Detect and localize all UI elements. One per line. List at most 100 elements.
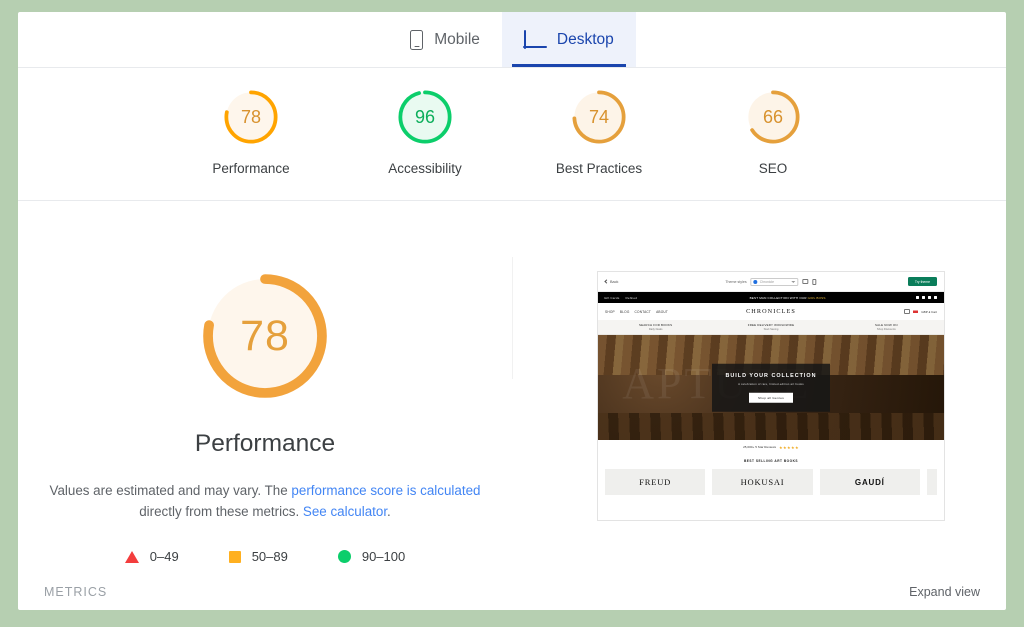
facebook-icon[interactable]: [915, 295, 920, 300]
legend-label-average: 50–89: [251, 549, 288, 564]
book-card-freud[interactable]: FREUD: [605, 469, 706, 495]
nav-item-about[interactable]: ABOUT: [656, 310, 668, 314]
legend-label-pass: 90–100: [361, 549, 406, 564]
gauge-accessibility: 96: [396, 88, 454, 146]
device-tabs: Mobile Desktop: [18, 12, 1006, 68]
nav-item-shop[interactable]: SHOP: [605, 310, 615, 314]
hero-cta-button[interactable]: Shop all Genres: [748, 393, 793, 403]
back-label: Back: [610, 279, 619, 284]
page-title: Performance: [194, 430, 336, 457]
theme-editor-topbar: Back Theme styles Chronicle Try theme: [598, 272, 944, 292]
performance-description: Values are estimated and may vary. The p…: [45, 480, 485, 522]
score-best-practices-label: Best Practices: [555, 161, 643, 176]
final-screenshot-panel: Back Theme styles Chronicle Try theme Gi…: [512, 201, 1006, 574]
color-dot-icon: [753, 279, 758, 284]
announcement-center-em: GIRL BOSS: [807, 295, 826, 300]
desktop-icon: [522, 30, 547, 49]
score-accessibility-label: Accessibility: [388, 161, 462, 176]
gauge-performance-large: 78: [198, 269, 332, 403]
desc-text-3: .: [387, 504, 391, 519]
flag-icon: [913, 309, 919, 314]
tab-mobile-label: Mobile: [434, 30, 480, 48]
promo-3-line1: SALE NOW ON: [875, 322, 898, 327]
see-calculator-link[interactable]: See calculator: [303, 504, 387, 519]
gauge-performance-value: 78: [240, 106, 262, 127]
tab-mobile[interactable]: Mobile: [388, 12, 502, 67]
final-screenshot[interactable]: Back Theme styles Chronicle Try theme Gi…: [597, 271, 945, 521]
promo-item-2: FREE DELIVERY WORLDWIDE Start Saving: [713, 323, 828, 332]
mobile-preview-icon[interactable]: [812, 278, 817, 285]
score-performance-label: Performance: [212, 161, 290, 176]
promo-2-line1: FREE DELIVERY WORLDWIDE: [747, 322, 795, 327]
gauge-performance: 78: [222, 88, 280, 146]
score-legend: 0–49 50–89 90–100: [124, 549, 406, 564]
site-header: SHOP BLOG CONTACT ABOUT CHRONICLES GBP £…: [598, 303, 944, 320]
score-seo-label: SEO: [758, 161, 788, 176]
instagram-icon[interactable]: [921, 295, 926, 300]
announcement-center: BEST MAN COLLECTION WITH OUR GIRL BOSS: [750, 296, 826, 300]
performance-score-link[interactable]: performance score is calculated: [291, 483, 480, 498]
gauge-seo-value: 66: [762, 106, 784, 127]
triangle-icon: [124, 550, 139, 563]
metrics-label: METRICS: [44, 585, 108, 599]
gauge-accessibility-value: 96: [414, 106, 436, 127]
announcement-center-pre: BEST MAN COLLECTION WITH OUR: [749, 295, 808, 300]
theme-style-select[interactable]: Chronicle: [750, 277, 799, 286]
score-performance[interactable]: 78 Performance: [195, 88, 307, 176]
hero-banner: APTURE BUILD YOUR COLLECTION A celebrati…: [598, 335, 944, 440]
announcement-bar: Gift Cards Refined BEST MAN COLLECTION W…: [598, 292, 944, 303]
performance-detail-panel: 78 Performance Values are estimated and …: [18, 201, 512, 574]
score-seo[interactable]: 66 SEO: [717, 88, 829, 176]
try-theme-button[interactable]: Try theme: [907, 277, 937, 286]
legend-item-fail: 0–49: [124, 549, 179, 564]
expand-view-button[interactable]: Expand view: [909, 585, 980, 599]
book-card-partial[interactable]: [926, 469, 937, 495]
page-root: Mobile Desktop 78 Performance 96 Accessi…: [0, 0, 1024, 627]
bestselling-books: FREUD HOKUSAI GAUDÍ: [598, 469, 944, 495]
gauge-best-practices-value: 74: [588, 106, 610, 127]
announcement-left-b[interactable]: Refined: [625, 296, 637, 300]
social-icons: [915, 295, 937, 300]
tab-desktop[interactable]: Desktop: [501, 12, 636, 67]
currency-cart-label[interactable]: GBP £ Cart: [921, 310, 937, 314]
promo-1-line1: SEARCH FOR BOOKS: [639, 322, 673, 327]
desktop-preview-icon[interactable]: [802, 279, 809, 284]
announcement-left-a[interactable]: Gift Cards: [604, 296, 619, 300]
score-accessibility[interactable]: 96 Accessibility: [369, 88, 481, 176]
promo-1-line2: Daily Deals: [648, 328, 663, 332]
category-score-row: 78 Performance 96 Accessibility 74 Best …: [18, 68, 1006, 201]
hero-texture-bottom: [598, 412, 944, 440]
nav-item-blog[interactable]: BLOG: [620, 310, 630, 314]
book-card-gaudi[interactable]: GAUDÍ: [819, 469, 920, 495]
bestselling-title: BEST SELLING ART BOOKS: [598, 454, 944, 469]
reviews-text: 25,000+ 5 Star Reviews: [743, 445, 776, 449]
score-best-practices[interactable]: 74 Best Practices: [543, 88, 655, 176]
desc-text-2: directly from these metrics.: [139, 504, 303, 519]
theme-style-value: Chronicle: [759, 279, 775, 284]
gauge-performance-large-value: 78: [240, 311, 290, 360]
back-link[interactable]: Back: [604, 279, 619, 284]
chevron-down-icon: [791, 280, 796, 283]
hero-card: BUILD YOUR COLLECTION A celebration of r…: [712, 363, 830, 412]
search-icon[interactable]: [904, 309, 911, 314]
book-card-hokusai[interactable]: HOKUSAI: [712, 469, 813, 495]
desc-text-1: Values are estimated and may vary. The: [49, 483, 292, 498]
promo-item-3: SALE NOW ON Shop Discounts: [829, 323, 944, 332]
site-header-right: GBP £ Cart: [904, 309, 937, 314]
site-nav: SHOP BLOG CONTACT ABOUT: [605, 310, 668, 314]
circle-icon: [337, 550, 351, 563]
star-rating-icon: ★★★★★: [779, 444, 799, 450]
theme-style-label: Theme styles: [725, 279, 747, 284]
lighthouse-report-card: Mobile Desktop 78 Performance 96 Accessi…: [18, 12, 1006, 610]
nav-item-contact[interactable]: CONTACT: [635, 310, 652, 314]
youtube-icon[interactable]: [933, 295, 937, 300]
gauge-best-practices: 74: [570, 88, 628, 146]
promo-item-1: SEARCH FOR BOOKS Daily Deals: [598, 323, 713, 332]
square-icon: [228, 550, 241, 563]
report-body: 78 Performance Values are estimated and …: [18, 201, 1006, 574]
site-brand: CHRONICLES: [746, 308, 796, 315]
gauge-seo: 66: [744, 88, 802, 146]
reviews-bar: 25,000+ 5 Star Reviews ★★★★★: [598, 440, 944, 454]
twitter-icon[interactable]: [927, 295, 932, 300]
chevron-left-icon: [604, 279, 609, 284]
